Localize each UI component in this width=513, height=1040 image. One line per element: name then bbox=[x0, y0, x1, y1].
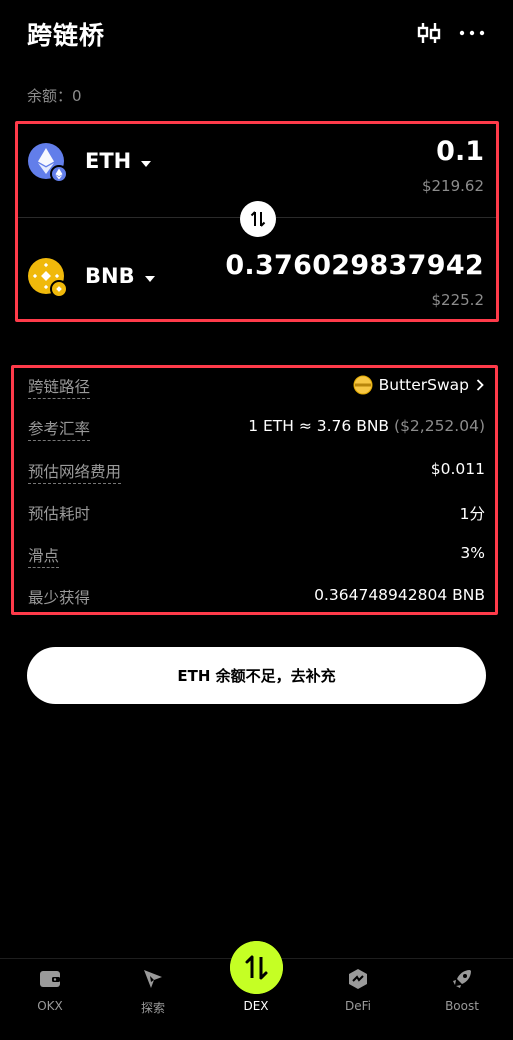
balance-text: 余额：0 bbox=[27, 85, 82, 106]
route-row[interactable]: 跨链路径 ButterSwap bbox=[28, 371, 485, 401]
header: 跨链桥 bbox=[0, 0, 513, 70]
from-token-row[interactable]: ETH 0.1 $219.62 bbox=[18, 124, 496, 204]
rate-row: 参考汇率 1 ETH ≈ 3.76 BNB ($2,252.04) bbox=[28, 413, 485, 443]
compass-icon bbox=[144, 970, 162, 988]
wallet-icon bbox=[40, 971, 60, 987]
nav-label-dex: DEX bbox=[243, 999, 269, 1013]
min-received-value: 0.364748942804 BNB bbox=[314, 586, 485, 604]
nav-item-explore[interactable]: 探索 bbox=[113, 959, 193, 1040]
to-token-row[interactable]: BNB 0.376029837942 $225.2 bbox=[18, 234, 496, 314]
nav-label-okx: OKX bbox=[37, 999, 63, 1013]
min-received-row: 最少获得 0.364748942804 BNB bbox=[28, 582, 485, 612]
butterswap-icon bbox=[353, 375, 373, 395]
nav-label-defi: DeFi bbox=[345, 999, 371, 1013]
page-title: 跨链桥 bbox=[27, 21, 106, 50]
nav-item-okx[interactable]: OKX bbox=[10, 959, 90, 1040]
chevron-right-icon[interactable] bbox=[475, 378, 485, 392]
rate-usd: ($2,252.04) bbox=[394, 417, 485, 435]
to-usd-value: $225.2 bbox=[431, 291, 485, 309]
time-label: 预估耗时 bbox=[28, 505, 91, 523]
fee-row: 预估网络费用 $0.011 bbox=[28, 456, 485, 486]
swap-icon[interactable] bbox=[230, 941, 283, 994]
slippage-label: 滑点 bbox=[28, 544, 60, 568]
nav-item-defi[interactable]: DeFi bbox=[318, 959, 398, 1040]
defi-icon bbox=[349, 969, 367, 989]
top-up-button[interactable]: ETH 余额不足，去补充 bbox=[27, 647, 486, 704]
time-row: 预估耗时 1分 bbox=[28, 498, 485, 528]
nav-label-boost: Boost bbox=[445, 999, 479, 1013]
chevron-down-icon[interactable] bbox=[141, 161, 151, 167]
fee-label: 预估网络费用 bbox=[28, 460, 122, 484]
route-name[interactable]: ButterSwap bbox=[379, 376, 469, 394]
rate-value: 1 ETH ≈ 3.76 BNB ($2,252.04) bbox=[248, 417, 485, 435]
to-token-symbol[interactable]: BNB bbox=[85, 264, 135, 288]
fee-value: $0.011 bbox=[430, 460, 485, 478]
nav-label-explore: 探索 bbox=[140, 1001, 165, 1015]
rate-text: 1 ETH ≈ 3.76 BNB bbox=[248, 417, 390, 435]
sliders-icon[interactable] bbox=[416, 20, 442, 46]
slippage-value[interactable]: 3% bbox=[460, 544, 485, 562]
swap-direction-button[interactable] bbox=[240, 201, 276, 237]
chevron-down-icon[interactable] bbox=[145, 276, 155, 282]
nav-item-boost[interactable]: Boost bbox=[422, 959, 502, 1040]
quote-details: 跨链路径 ButterSwap 参考汇率 1 ETH ≈ 3.76 BNB ($… bbox=[11, 365, 498, 615]
time-value: 1分 bbox=[459, 505, 485, 523]
slippage-row[interactable]: 滑点 3% bbox=[28, 540, 485, 570]
eth-icon bbox=[28, 143, 68, 183]
from-token-symbol[interactable]: ETH bbox=[85, 149, 131, 173]
from-amount-input[interactable]: 0.1 bbox=[436, 136, 484, 167]
balance-value: 0 bbox=[72, 87, 82, 105]
route-selector[interactable]: ButterSwap bbox=[353, 373, 485, 397]
rate-label: 参考汇率 bbox=[28, 417, 91, 441]
swap-panel: ETH 0.1 $219.62 BNB 0.376029837942 $225.… bbox=[15, 121, 499, 322]
from-usd-value: $219.62 bbox=[421, 177, 484, 195]
more-icon[interactable] bbox=[458, 20, 486, 46]
to-amount-value: 0.376029837942 bbox=[225, 250, 484, 281]
balance-label: 余额： bbox=[27, 87, 73, 105]
rocket-icon bbox=[453, 970, 471, 988]
min-received-label: 最少获得 bbox=[28, 589, 91, 607]
route-label: 跨链路径 bbox=[28, 375, 91, 399]
bnb-icon bbox=[28, 258, 68, 298]
